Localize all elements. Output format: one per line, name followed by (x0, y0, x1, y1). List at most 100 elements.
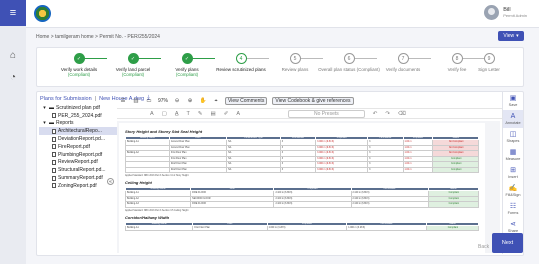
table-cell: First Floor Plan (192, 224, 268, 231)
page-view-icon[interactable]: ▭ (145, 98, 153, 104)
dashboard-icon[interactable]: ◔ (7, 72, 19, 84)
home-icon[interactable]: ⌂ (7, 50, 19, 62)
save-tool[interactable]: ▣ Save (503, 92, 523, 110)
workflow-stepper: ✓ Verify work details (Compliant) ✓ Veri… (36, 47, 524, 87)
save-icon: ▣ (509, 95, 517, 102)
applied-standard-note: Applied Standard: NBC 2016 Part 3 Sectio… (125, 175, 189, 177)
pen-icon[interactable]: ✎ (198, 111, 203, 117)
pan-icon[interactable]: ✋ (199, 98, 207, 104)
separator: | (94, 95, 97, 102)
back-button[interactable]: Back (478, 244, 489, 250)
tree-item-label: Reports (56, 120, 74, 127)
edit-icon[interactable]: ✐ (224, 111, 229, 117)
ceiling-height-table: Building Name Floor Proposed Permissible… (124, 187, 480, 208)
tree-item-label: PER_255_2024.pdf (58, 112, 102, 119)
font-color-icon[interactable]: A (236, 111, 240, 117)
file-icon (52, 144, 56, 150)
plans-panel: Plans for Submission | New House A.dwg ⤓… (36, 91, 524, 256)
insert-icon: ⊞ (510, 167, 516, 174)
user-role: Permit Admin (503, 13, 527, 18)
tool-label: Measure (505, 157, 521, 161)
check-icon: ✓ (73, 53, 85, 64)
zoom-out-icon[interactable]: ⊖ (173, 98, 181, 104)
step-number: 6 (343, 53, 355, 64)
file-icon (52, 136, 56, 142)
section-heading: Corridor/Hallway Width (125, 214, 170, 220)
pdf-viewer: ☰ ▥ ▭ 97% ⊖ ⊕ ✋ ⌖ View Comments View Cod… (117, 95, 502, 253)
fill-sign-tool[interactable]: ✍ Fill&Sign (503, 182, 523, 200)
file-icon (52, 152, 56, 158)
table-cell: 2.100 m (6.89 ft) (350, 201, 429, 208)
table-cell: 3 (279, 166, 317, 173)
next-button[interactable]: Next (492, 233, 523, 253)
view-codebook-button[interactable]: View Codebook & give references (272, 97, 354, 105)
text-highlight-icon[interactable]: A (150, 111, 154, 117)
viewer-toolbar: ☰ ▥ ▭ 97% ⊖ ⊕ ✋ ⌖ View Comments View Cod… (117, 95, 502, 107)
step-number: 4 (235, 53, 247, 64)
top-bar: Bill Permit Admin (26, 0, 539, 28)
file-icon (52, 167, 56, 173)
table-cell: 1.000 m (3.28 ft) (346, 224, 427, 231)
comment-icon[interactable]: ▤ (211, 111, 216, 117)
tree-item-label: ReviewReport.pdf (58, 159, 98, 166)
step-label: Sign Letter (478, 67, 500, 72)
applied-standard-note: Applied Standard: NBC 2016 Part 3 Sectio… (125, 209, 189, 212)
forms-tool[interactable]: ☷ Forms (503, 200, 523, 218)
insert-tool[interactable]: ⊞ Insert (503, 164, 523, 182)
zoom-level[interactable]: 97% (158, 98, 168, 104)
user-menu[interactable]: Bill Permit Admin (484, 5, 527, 20)
step-status: (Compliant) (175, 72, 199, 77)
measure-tool[interactable]: ▦ Measure (503, 146, 523, 164)
status-badge: Compliant (432, 166, 479, 173)
table-cell: Roof Floor Plan (168, 166, 228, 173)
step-number: 5 (289, 53, 301, 64)
collapse-panel-button[interactable]: « (107, 178, 114, 185)
breadcrumb: Home > tamilgeram home > Permit No. - PE… (36, 34, 160, 40)
strikeout-icon[interactable]: T (187, 111, 190, 117)
underline-icon[interactable]: A̲ (175, 111, 179, 117)
redo-icon[interactable]: ↷ (385, 111, 390, 117)
check-icon: ✓ (181, 53, 193, 64)
corridor-width-table: Building Name Floor Proposed Permissible… (124, 221, 480, 232)
chevron-down-icon: ▾ (43, 120, 46, 127)
table-cell: NA (226, 166, 281, 173)
hamburger-icon[interactable]: ≡ (0, 0, 26, 26)
table-row: Building-A3 FIRE FLOOR 2.100 m (6.89 ft)… (124, 201, 480, 208)
step-number: 7 (397, 53, 409, 64)
eraser-icon[interactable]: ⌫ (398, 111, 406, 117)
tree-item-label: StructuralReport.pd... (58, 167, 106, 174)
panel-toggle-icon[interactable]: ▥ (132, 98, 140, 104)
view-button[interactable]: View ▾ (498, 31, 524, 41)
annotate-tool[interactable]: A Annotate (503, 110, 523, 128)
avatar (484, 5, 500, 20)
right-toolbar: ▣ Save A Annotate ◫ Shapes ▦ Measure ⊞ I… (502, 92, 523, 254)
preset-select[interactable]: No Presets (288, 109, 365, 118)
chevron-down-icon: ▾ (516, 33, 519, 39)
tool-label: Fill&Sign (505, 193, 521, 197)
status-badge: Compliant (427, 201, 480, 208)
pdf-page: Story Height and Storey Stat Seal Height… (119, 123, 485, 253)
document-canvas: Story Height and Storey Stat Seal Height… (117, 121, 500, 253)
step-9[interactable]: 9 Sign Letter (456, 53, 522, 72)
zoom-in-icon[interactable]: ⊕ (186, 98, 194, 104)
file-icon (52, 159, 56, 165)
table-cell: Building-A3 (124, 201, 192, 208)
tree-item-label: PlumbingReport.pdf (58, 151, 103, 158)
select-icon[interactable]: ⌖ (212, 98, 220, 105)
tree-item-label: ArchitecturalRepo... (58, 128, 102, 135)
rectangle-icon[interactable]: ▢ (162, 111, 167, 117)
share-icon: ⋖ (510, 221, 516, 228)
forms-icon: ☷ (509, 203, 517, 210)
section-heading: Ceiling Height (125, 180, 152, 185)
step-number: 9 (483, 53, 495, 64)
tree-item-label: ZoningReport.pdf (58, 182, 97, 189)
undo-icon[interactable]: ↶ (373, 111, 378, 117)
tool-label: Save (508, 103, 518, 107)
menu-icon[interactable]: ☰ (119, 98, 127, 104)
annotate-icon: A (510, 113, 516, 120)
table-cell: 3.000 m (9.84 ft) (315, 166, 369, 173)
tool-label: Forms (507, 211, 519, 215)
shapes-tool[interactable]: ◫ Shapes (503, 128, 523, 146)
view-comments-button[interactable]: View Comments (225, 97, 268, 105)
table-cell (125, 166, 170, 173)
